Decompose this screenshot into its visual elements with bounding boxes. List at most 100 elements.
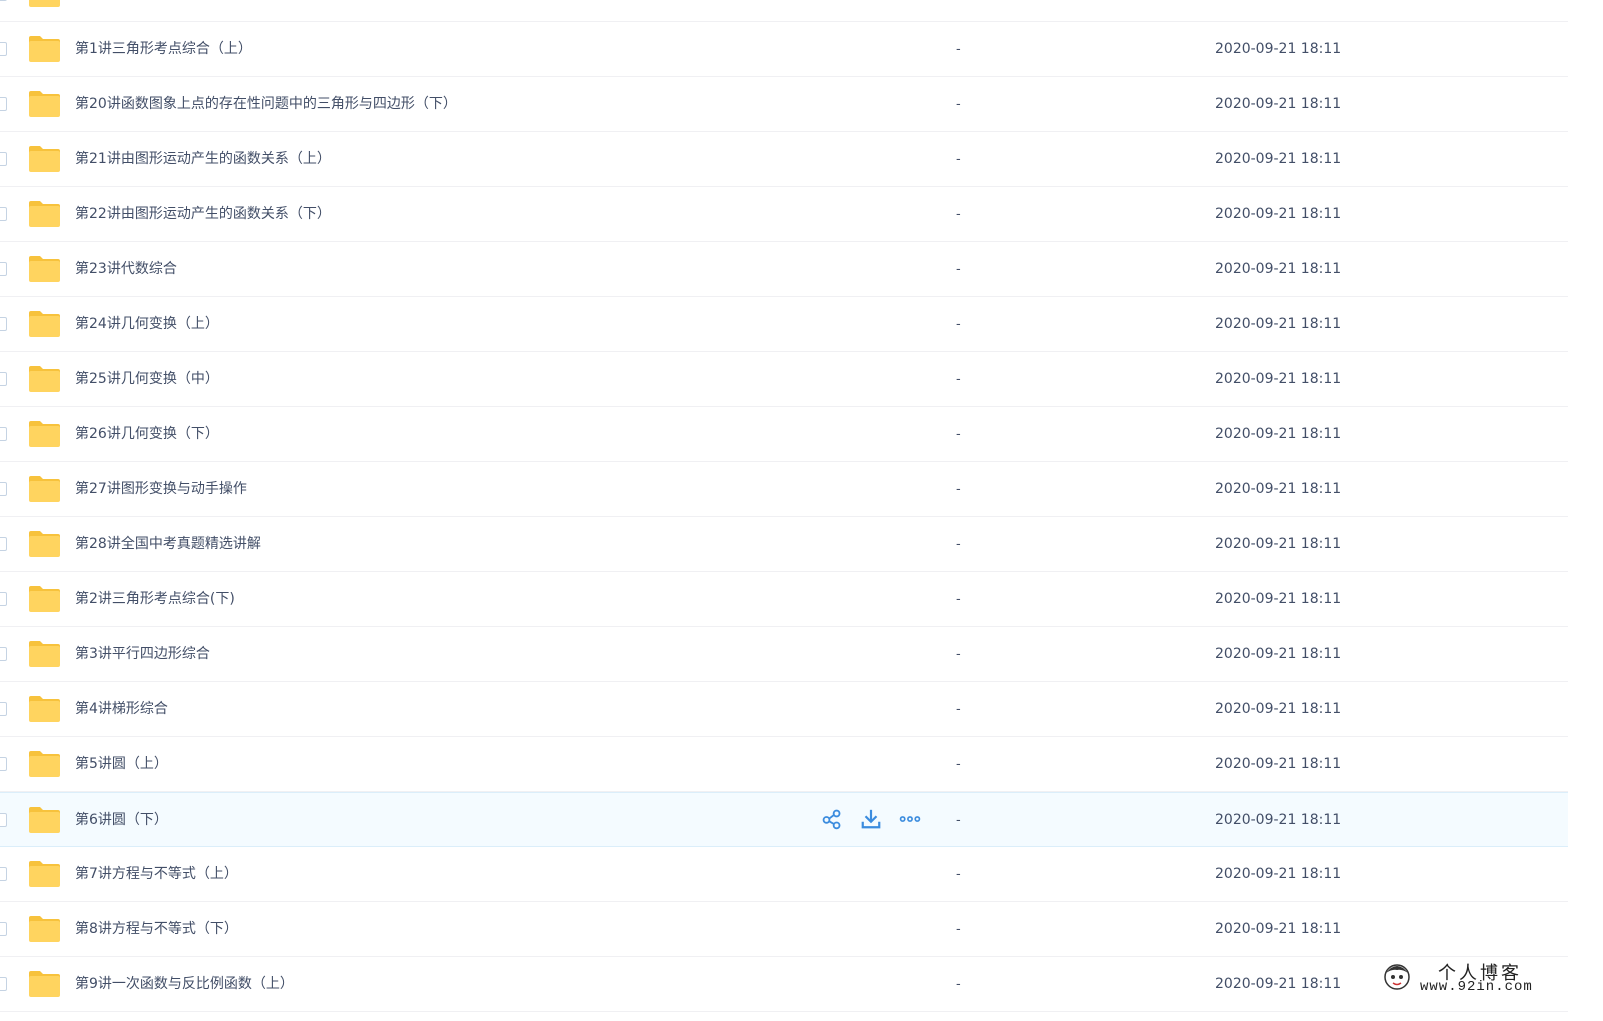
file-name[interactable]: 第8讲方程与不等式（下） <box>75 902 238 957</box>
file-row[interactable]: 第2讲三角形考点综合(下) - 2020-09-21 18:11 <box>0 572 1568 627</box>
folder-icon <box>28 640 61 668</box>
share-icon <box>821 808 843 834</box>
file-size: - <box>956 702 961 717</box>
file-name[interactable]: 第24讲几何变换（上） <box>75 297 219 352</box>
file-modified-date: 2020-09-21 18:11 <box>1215 261 1342 277</box>
row-checkbox[interactable] <box>0 702 7 716</box>
file-size: - <box>956 262 961 277</box>
row-checkbox[interactable] <box>0 813 7 827</box>
file-row[interactable]: 第4讲梯形综合 - 2020-09-21 18:11 <box>0 682 1568 737</box>
folder-icon <box>28 90 61 118</box>
file-name[interactable]: 第20讲函数图象上点的存在性问题中的三角形与四边形（下） <box>75 77 457 132</box>
row-checkbox[interactable] <box>0 592 7 606</box>
folder-icon <box>28 530 61 558</box>
file-row[interactable]: 第23讲代数综合 - 2020-09-21 18:11 <box>0 242 1568 297</box>
file-name[interactable]: 第23讲代数综合 <box>75 242 177 297</box>
folder-icon <box>28 145 61 173</box>
row-checkbox[interactable] <box>0 482 7 496</box>
file-row[interactable]: 第25讲几何变换（中） - 2020-09-21 18:11 <box>0 352 1568 407</box>
file-name[interactable]: 第21讲由图形运动产生的函数关系（上） <box>75 132 331 187</box>
row-checkbox[interactable] <box>0 427 7 441</box>
file-row[interactable]: 第20讲函数图象上点的存在性问题中的三角形与四边形（下） - 2020-09-2… <box>0 77 1568 132</box>
row-checkbox[interactable] <box>0 0 7 1</box>
file-name[interactable]: 第1讲三角形考点综合（上） <box>75 22 252 77</box>
file-name[interactable]: 第3讲平行四边形综合 <box>75 627 210 682</box>
file-size: - <box>956 977 961 992</box>
row-checkbox[interactable] <box>0 757 7 771</box>
file-modified-date: 2020-09-21 18:11 <box>1215 866 1342 882</box>
file-row[interactable]: 第24讲几何变换（上） - 2020-09-21 18:11 <box>0 297 1568 352</box>
folder-icon <box>28 365 61 393</box>
folder-icon <box>28 310 61 338</box>
file-row[interactable]: 第27讲图形变换与动手操作 - 2020-09-21 18:11 <box>0 462 1568 517</box>
file-row[interactable]: 第22讲由图形运动产生的函数关系（下） - 2020-09-21 18:11 <box>0 187 1568 242</box>
row-checkbox[interactable] <box>0 42 7 56</box>
row-checkbox[interactable] <box>0 372 7 386</box>
folder-icon <box>28 860 61 888</box>
file-modified-date: 2020-09-21 18:11 <box>1215 41 1342 57</box>
file-row[interactable]: 第1讲三角形考点综合（上） - 2020-09-21 18:11 <box>0 22 1568 77</box>
file-size: - <box>956 647 961 662</box>
file-name[interactable]: 第4讲梯形综合 <box>75 682 168 737</box>
file-row[interactable]: 第26讲几何变换（下） - 2020-09-21 18:11 <box>0 407 1568 462</box>
file-row[interactable]: 第3讲平行四边形综合 - 2020-09-21 18:11 <box>0 627 1568 682</box>
mascot-logo <box>1384 964 1410 990</box>
file-row[interactable] <box>0 0 1568 22</box>
file-name[interactable]: 第28讲全国中考真题精选讲解 <box>75 517 261 572</box>
file-row[interactable]: 第28讲全国中考真题精选讲解 - 2020-09-21 18:11 <box>0 517 1568 572</box>
file-name[interactable]: 第7讲方程与不等式（上） <box>75 847 238 902</box>
file-row[interactable]: 第7讲方程与不等式（上） - 2020-09-21 18:11 <box>0 847 1568 902</box>
file-size: - <box>956 922 961 937</box>
file-row[interactable]: 第5讲圆（上） - 2020-09-21 18:11 <box>0 737 1568 792</box>
folder-icon <box>28 970 61 998</box>
file-name[interactable]: 第22讲由图形运动产生的函数关系（下） <box>75 187 331 242</box>
row-checkbox[interactable] <box>0 207 7 221</box>
file-row[interactable]: 第6讲圆（下） - 2020-09-21 18:11 <box>0 792 1568 847</box>
file-name[interactable]: 第2讲三角形考点综合(下) <box>75 572 235 627</box>
file-size: - <box>956 152 961 167</box>
file-row[interactable]: 第8讲方程与不等式（下） - 2020-09-21 18:11 <box>0 902 1568 957</box>
row-checkbox[interactable] <box>0 922 7 936</box>
file-name[interactable]: 第25讲几何变换（中） <box>75 352 219 407</box>
watermark-url: www.92in.com <box>1420 979 1533 995</box>
folder-icon <box>28 0 61 8</box>
folder-icon <box>28 35 61 63</box>
row-checkbox[interactable] <box>0 97 7 111</box>
file-size: - <box>956 867 961 882</box>
file-modified-date: 2020-09-21 18:11 <box>1215 701 1342 717</box>
file-name[interactable]: 第6讲圆（下） <box>75 793 168 848</box>
folder-icon <box>28 200 61 228</box>
file-modified-date: 2020-09-21 18:11 <box>1215 591 1342 607</box>
file-size: - <box>956 372 961 387</box>
file-row[interactable]: 第9讲一次函数与反比例函数（上） - 2020-09-21 18:11 <box>0 957 1568 1012</box>
file-size: - <box>956 592 961 607</box>
row-actions <box>820 809 922 833</box>
row-checkbox[interactable] <box>0 317 7 331</box>
file-modified-date: 2020-09-21 18:11 <box>1215 151 1342 167</box>
folder-icon <box>28 475 61 503</box>
file-modified-date: 2020-09-21 18:11 <box>1215 96 1342 112</box>
share-button[interactable] <box>820 809 844 833</box>
row-checkbox[interactable] <box>0 262 7 276</box>
file-name[interactable]: 第27讲图形变换与动手操作 <box>75 462 247 517</box>
file-name[interactable]: 第5讲圆（上） <box>75 737 168 792</box>
file-name[interactable]: 第9讲一次函数与反比例函数（上） <box>75 957 294 1012</box>
file-modified-date: 2020-09-21 18:11 <box>1215 206 1342 222</box>
file-name[interactable]: 第26讲几何变换（下） <box>75 407 219 462</box>
file-modified-date: 2020-09-21 18:11 <box>1215 812 1342 828</box>
file-size: - <box>956 757 961 772</box>
row-checkbox[interactable] <box>0 152 7 166</box>
file-size: - <box>956 813 961 828</box>
row-checkbox[interactable] <box>0 977 7 991</box>
download-button[interactable] <box>859 809 883 833</box>
file-modified-date: 2020-09-21 18:11 <box>1215 921 1342 937</box>
file-row[interactable]: 第21讲由图形运动产生的函数关系（上） - 2020-09-21 18:11 <box>0 132 1568 187</box>
watermark: 个人博客 www.92in.com <box>1378 957 1558 999</box>
more-button[interactable] <box>898 809 922 833</box>
file-size: - <box>956 427 961 442</box>
row-checkbox[interactable] <box>0 537 7 551</box>
folder-icon <box>28 695 61 723</box>
row-checkbox[interactable] <box>0 867 7 881</box>
folder-icon <box>28 585 61 613</box>
row-checkbox[interactable] <box>0 647 7 661</box>
